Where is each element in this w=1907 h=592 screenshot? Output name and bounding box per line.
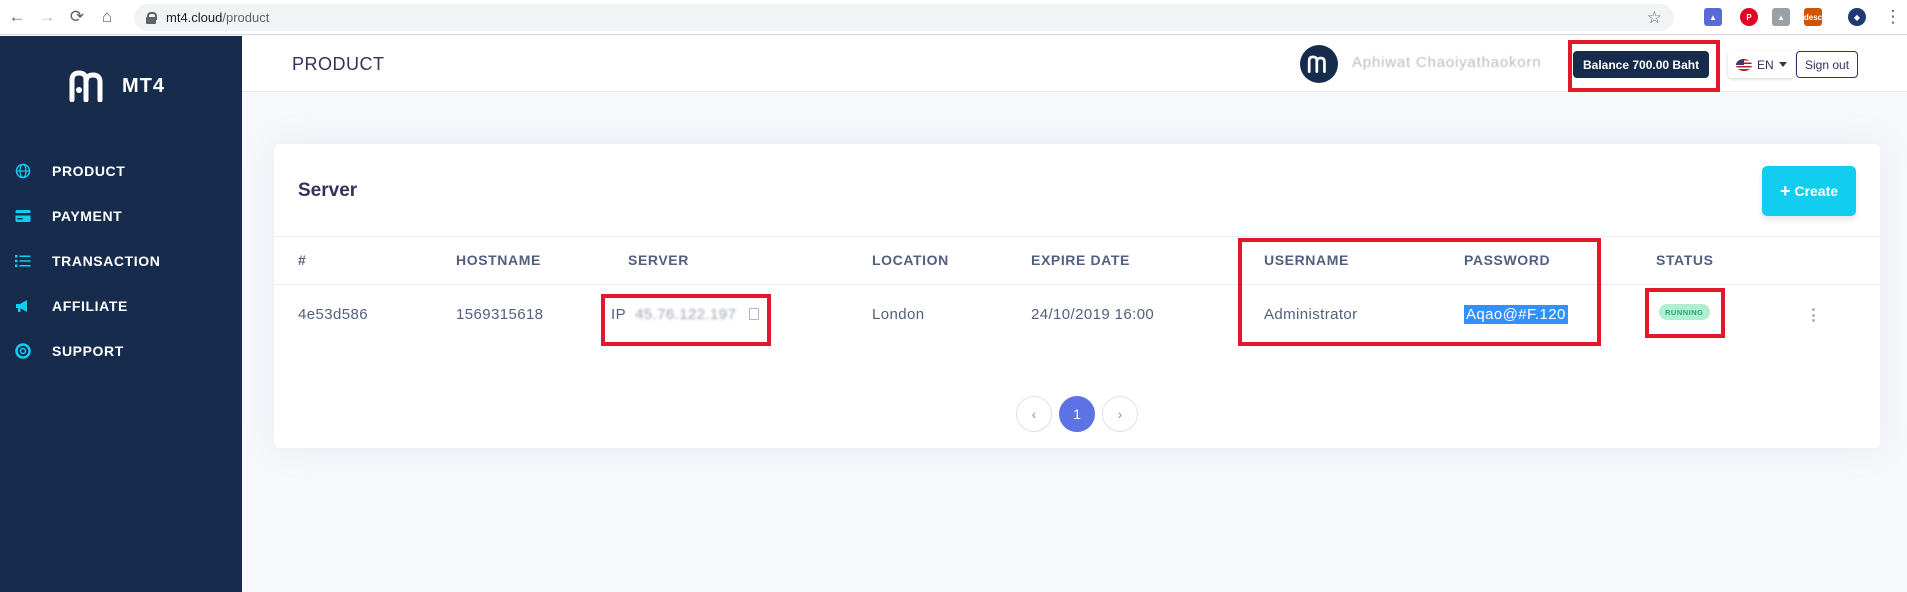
pagination-next-button[interactable]: ›: [1102, 396, 1138, 432]
pagination-page-button[interactable]: 1: [1059, 396, 1095, 432]
logo[interactable]: MT4: [68, 70, 165, 102]
cell-expire-date: 24/10/2019 16:00: [1031, 306, 1155, 323]
col-header-location: LOCATION: [872, 252, 949, 268]
credit-card-icon: [14, 207, 32, 225]
language-dropdown[interactable]: EN: [1728, 51, 1795, 78]
server-card: Server + Create # HOSTNAME SERVER LOCATI…: [274, 144, 1880, 448]
bookmark-star-icon[interactable]: ☆: [1647, 8, 1662, 28]
back-arrow-icon[interactable]: ←: [4, 4, 30, 30]
table-divider: [274, 284, 1880, 285]
user-name: Aphiwat Chaoiyathaokorn: [1352, 54, 1542, 71]
user-avatar-logo-icon: [1307, 55, 1326, 73]
cell-location: London: [872, 306, 925, 323]
pagination-prev-button[interactable]: ‹: [1016, 396, 1052, 432]
annotation-box-status: [1645, 288, 1725, 338]
sidebar-item-product[interactable]: PRODUCT: [0, 156, 242, 186]
create-button[interactable]: + Create: [1762, 166, 1856, 216]
sidebar-item-transaction[interactable]: TRANSACTION: [0, 246, 242, 276]
mt4-logo-icon: [69, 70, 103, 102]
sidebar-item-support[interactable]: SUPPORT: [0, 336, 242, 366]
sidebar: MT4 PRODUCT PAYMENT TRANSACTION AFFILIAT…: [0, 36, 242, 592]
list-icon: [14, 252, 32, 270]
table-divider: [274, 236, 1880, 237]
card-title: Server: [298, 180, 358, 201]
reload-icon[interactable]: ⟳: [64, 4, 90, 30]
pinterest-extension-icon[interactable]: P: [1740, 8, 1758, 26]
caret-down-icon: [1778, 62, 1787, 67]
address-bar[interactable]: mt4.cloud/product ☆: [134, 4, 1674, 31]
globe-icon: [14, 162, 32, 180]
col-header-hostname: HOSTNAME: [456, 252, 541, 268]
col-header-id: #: [298, 252, 307, 268]
avatar[interactable]: [1300, 45, 1338, 83]
page-title: PRODUCT: [292, 54, 385, 74]
shield-extension-icon[interactable]: ◆: [1848, 8, 1866, 26]
cell-id: 4e53d586: [298, 306, 368, 323]
sidebar-item-affiliate[interactable]: AFFILIATE: [0, 291, 242, 321]
plus-icon: +: [1779, 180, 1791, 201]
lock-icon: [146, 11, 157, 24]
sidebar-item-payment[interactable]: PAYMENT: [0, 201, 242, 231]
lifebuoy-icon: [14, 342, 32, 360]
language-label: EN: [1757, 57, 1774, 72]
col-header-expire-date: EXPIRE DATE: [1031, 252, 1130, 268]
cell-hostname: 1569315618: [456, 306, 544, 323]
col-header-server: SERVER: [628, 252, 689, 268]
drive-extension-icon[interactable]: ▲: [1772, 8, 1790, 26]
desc-extension-icon[interactable]: desc: [1804, 8, 1822, 26]
chart-extension-icon[interactable]: ▲: [1704, 8, 1722, 26]
forward-arrow-icon[interactable]: →: [34, 4, 60, 30]
megaphone-icon: [14, 297, 32, 315]
browser-toolbar: ← → ⟳ ⌂ mt4.cloud/product ☆ ▲ P ▲ desc ◆…: [0, 0, 1907, 35]
annotation-box-credentials: [1238, 238, 1601, 346]
browser-menu-icon[interactable]: ⋮: [1880, 4, 1906, 30]
home-icon[interactable]: ⌂: [94, 4, 120, 30]
url-text: mt4.cloud/product: [166, 10, 270, 25]
more-options-icon[interactable]: [1810, 308, 1816, 322]
signout-button[interactable]: Sign out: [1796, 51, 1859, 78]
us-flag-icon: [1736, 58, 1752, 71]
logo-text: MT4: [122, 74, 165, 97]
annotation-box-server: [601, 294, 771, 346]
annotation-box-balance: [1568, 40, 1720, 92]
col-header-status: STATUS: [1656, 252, 1714, 268]
